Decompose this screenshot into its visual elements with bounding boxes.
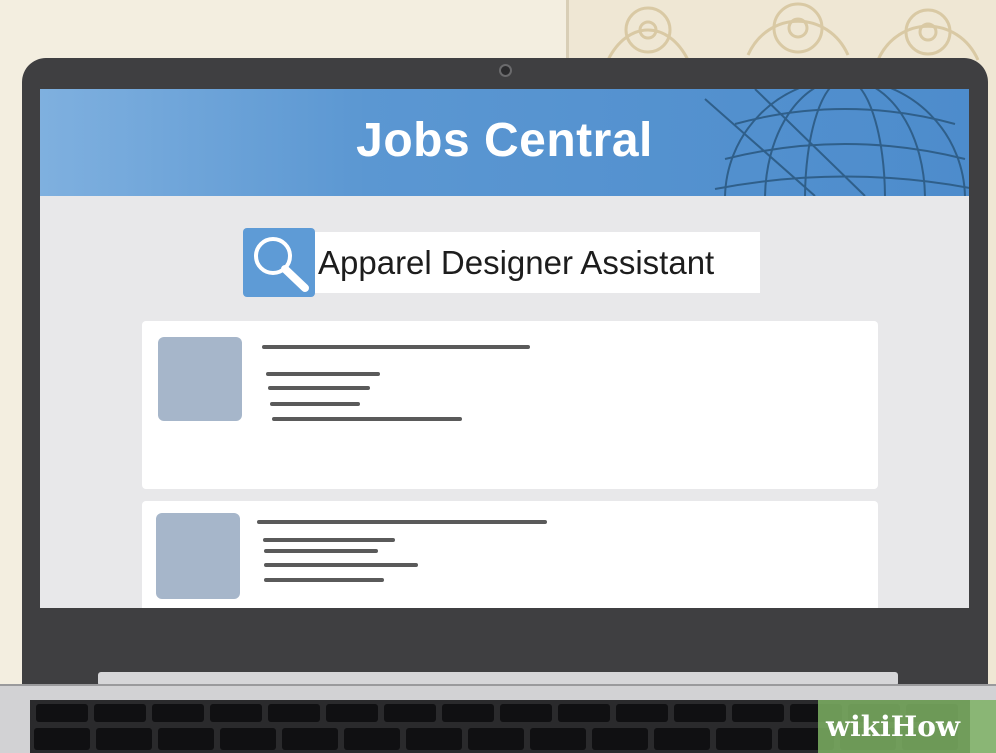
listing-detail-line (264, 563, 418, 567)
keyboard-key (592, 728, 648, 750)
watermark-logo: wikiHow (826, 710, 961, 743)
keyboard-key (94, 704, 146, 722)
keyboard-key (616, 704, 668, 722)
keyboard-key (558, 704, 610, 722)
listing-detail-line (263, 538, 395, 542)
keyboard-key (210, 704, 262, 722)
listing-detail-line (270, 402, 360, 406)
keyboard-key (268, 704, 320, 722)
keyboard-key (158, 728, 214, 750)
keyboard-key (34, 728, 90, 750)
listing-detail-line (272, 417, 462, 421)
site-header: Jobs Central (40, 89, 969, 196)
browser-screen: Jobs Central Apparel Designer Assistant (40, 89, 969, 608)
listing-detail-line (266, 372, 380, 376)
keyboard-key (716, 728, 772, 750)
webcam-icon (499, 64, 512, 77)
keyboard-key (530, 728, 586, 750)
job-listing-card[interactable] (142, 321, 878, 489)
search-icon (254, 237, 309, 292)
listing-detail-line (264, 549, 378, 553)
keyboard-key (654, 728, 710, 750)
keyboard-key (282, 728, 338, 750)
listing-detail-line (268, 386, 370, 390)
search-button[interactable] (243, 228, 315, 297)
keyboard-key (384, 704, 436, 722)
keyboard-key (406, 728, 462, 750)
keyboard-key (36, 704, 88, 722)
keyboard-key (674, 704, 726, 722)
site-title[interactable]: Jobs Central (40, 113, 969, 168)
keyboard-key (96, 728, 152, 750)
keyboard-key (500, 704, 552, 722)
keyboard-key (344, 728, 400, 750)
listing-detail-line (264, 578, 384, 582)
keyboard-key (468, 728, 524, 750)
keyboard-key (152, 704, 204, 722)
listing-thumbnail (158, 337, 242, 421)
keyboard-key (732, 704, 784, 722)
listing-title-line (257, 520, 547, 524)
search-query[interactable]: Apparel Designer Assistant (318, 244, 714, 282)
job-listing-card[interactable] (142, 501, 878, 608)
keyboard-key (220, 728, 276, 750)
listing-title-line (262, 345, 530, 349)
keyboard-key (442, 704, 494, 722)
keyboard-key (326, 704, 378, 722)
listing-thumbnail (156, 513, 240, 599)
